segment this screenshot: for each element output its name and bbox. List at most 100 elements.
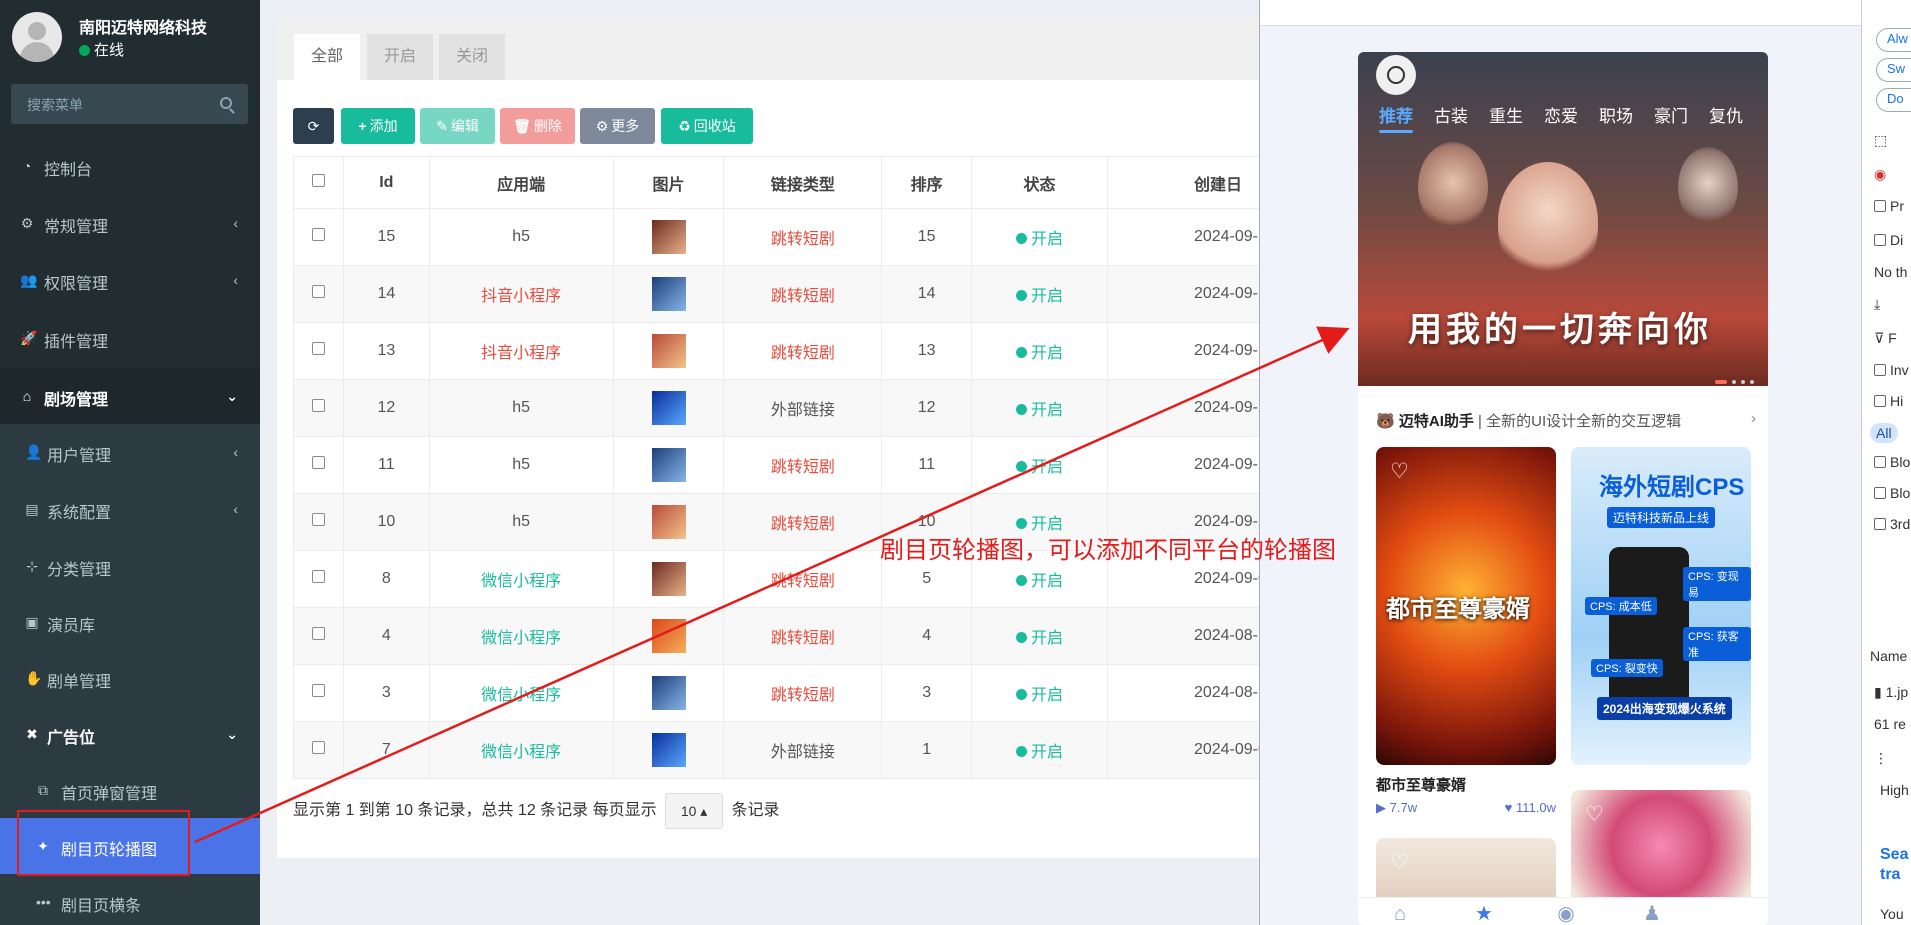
cell-link-type[interactable]: 跳转短剧 [723,208,883,266]
sidebar-item-general[interactable]: ⚙ 常规管理 ‹ [0,195,260,251]
cell-link-type[interactable]: 跳转短剧 [723,322,883,380]
cell-app[interactable]: 微信小程序 [428,664,614,722]
avatar[interactable] [12,12,62,62]
table-row[interactable]: 7 微信小程序 外部链接 1 开启 2024-09-06 [293,721,1278,779]
col-status[interactable]: 状态 [971,156,1108,209]
chat-icon[interactable] [1376,55,1416,95]
table-row[interactable]: 3 微信小程序 跳转短剧 3 开启 2024-08-19 [293,664,1278,722]
cell-link-type[interactable]: 跳转短剧 [723,493,883,551]
cell-app[interactable]: h5 [428,208,614,266]
cell-image[interactable] [612,664,725,722]
sidebar-item-dashboard[interactable]: ◔ 控制台 [0,138,260,194]
cell-image[interactable] [612,607,725,665]
cell-app[interactable]: 微信小程序 [428,550,614,608]
sidebar-item-plugin[interactable]: 🚀 插件管理 [0,310,260,366]
delete-button[interactable]: 🗑 删除 [500,108,575,144]
cell-image[interactable] [612,208,725,266]
table-row[interactable]: 15 h5 跳转短剧 15 开启 2024-09-24 [293,208,1278,266]
cell-image[interactable] [612,379,725,437]
cell-status[interactable]: 开启 [971,208,1108,266]
row-checkbox[interactable] [293,550,344,608]
sidebar-item-actors[interactable]: ▣ 演员库 [0,594,260,650]
cell-app[interactable]: 抖音小程序 [428,322,614,380]
cell-app[interactable]: h5 [428,493,614,551]
row-checkbox[interactable] [293,607,344,665]
category-tab[interactable]: 重生 [1489,102,1523,127]
cell-status[interactable]: 开启 [971,265,1108,323]
cell-image[interactable] [612,550,725,608]
col-app[interactable]: 应用端 [428,156,614,209]
recycle-bin-button[interactable]: ♻ 回收站 [661,108,753,144]
home-icon[interactable]: ⌂ [1388,904,1412,924]
cell-image[interactable] [612,436,725,494]
thumbnail-image[interactable] [651,220,686,254]
heart-icon[interactable]: ♡ [1390,461,1412,483]
cell-link-type[interactable]: 跳转短剧 [723,664,883,722]
table-row[interactable]: 11 h5 跳转短剧 11 开启 2024-09-24 [293,436,1278,494]
cell-image[interactable] [612,493,725,551]
cell-image[interactable] [612,721,725,779]
row-checkbox[interactable] [293,379,344,437]
sidebar-item-category[interactable]: ⊹ 分类管理 [0,538,260,594]
category-tab[interactable]: 复仇 [1709,102,1743,127]
sidebar-item-users[interactable]: 👤 用户管理 ‹ [0,424,260,480]
record-icon[interactable]: ◉ [1874,166,1886,183]
filter-icon[interactable]: ⊽ F [1874,330,1897,347]
row-checkbox[interactable] [293,208,344,266]
devtools-pill[interactable]: Do [1876,88,1911,112]
devtools-pill[interactable]: Alw [1876,28,1911,52]
refresh-button[interactable]: ⟳ [293,108,334,144]
category-tab[interactable]: 古装 [1434,102,1468,127]
cell-link-type[interactable]: 外部链接 [723,379,883,437]
add-button[interactable]: + 添加 [341,108,415,144]
kebab-icon[interactable]: ⋮ [1874,750,1888,767]
heart-icon[interactable]: ♡ [1585,804,1607,826]
category-tab[interactable]: 职场 [1599,102,1633,127]
filter-all-chip[interactable]: All [1870,423,1898,443]
cell-link-type[interactable]: 跳转短剧 [723,550,883,608]
table-row[interactable]: 14 抖音小程序 跳转短剧 14 开启 2024-09-24 [293,265,1278,323]
row-checkbox[interactable] [293,436,344,494]
request-row[interactable]: ▮ 1.jp [1874,684,1908,701]
coin-icon[interactable]: ◉ [1554,904,1578,924]
category-tab[interactable]: 豪门 [1654,102,1688,127]
cell-status[interactable]: 开启 [971,436,1108,494]
cell-app[interactable]: h5 [428,436,614,494]
cell-image[interactable] [612,265,725,323]
tab-enabled[interactable]: 开启 [367,34,434,80]
thumbnail-image[interactable] [651,562,686,596]
select-all-checkbox[interactable] [293,156,344,209]
cell-status[interactable]: 开启 [971,379,1108,437]
row-checkbox[interactable] [293,265,344,323]
sidebar-item-theater[interactable]: ⌂ 剧场管理 ⌄ [0,368,260,424]
col-sort[interactable]: 排序 [881,156,973,209]
sidebar-item-playlist[interactable]: ✋ 剧单管理 [0,650,260,706]
cell-app[interactable]: 微信小程序 [428,607,614,665]
thumbnail-image[interactable] [651,334,686,368]
star-icon[interactable]: ★ [1472,904,1496,924]
ai-assistant-bar[interactable]: 🐻 迈特AI助手 | 全新的UI设计全新的交互逻辑 › [1376,410,1756,434]
cell-status[interactable]: 开启 [971,664,1108,722]
thumbnail-image[interactable] [651,391,686,425]
table-row[interactable]: 4 微信小程序 跳转短剧 4 开启 2024-08-19 [293,607,1278,665]
cell-app[interactable]: h5 [428,379,614,437]
sidebar-item-auth[interactable]: 👥 权限管理 ‹ [0,252,260,308]
download-icon[interactable]: ⤓ [1874,296,1880,313]
thumbnail-image[interactable] [651,505,686,539]
drama-card[interactable]: ♡ 都市至尊豪婿 [1376,447,1556,765]
cell-status[interactable]: 开启 [971,322,1108,380]
tab-disabled[interactable]: 关闭 [439,34,506,80]
page-size-select[interactable]: 10 ▴ [665,793,724,829]
cell-image[interactable] [612,322,725,380]
promo-card[interactable]: 海外短剧CPS 迈特科技新品上线 CPS: 变现易 CPS: 成本低 CPS: … [1571,447,1751,765]
sidebar-item-ads[interactable]: ✖ 广告位 ⌄ [0,706,260,762]
menu-search-input[interactable]: 搜索菜单 [11,84,248,124]
cell-link-type[interactable]: 外部链接 [723,721,883,779]
category-tab[interactable]: 恋爱 [1544,102,1578,127]
search-icon[interactable] [220,97,232,109]
row-checkbox[interactable] [293,493,344,551]
col-created[interactable]: 创建日 [1106,156,1278,209]
thumbnail-image[interactable] [651,676,686,710]
name-column[interactable]: Name [1870,648,1907,664]
tab-all[interactable]: 全部 [294,34,361,80]
